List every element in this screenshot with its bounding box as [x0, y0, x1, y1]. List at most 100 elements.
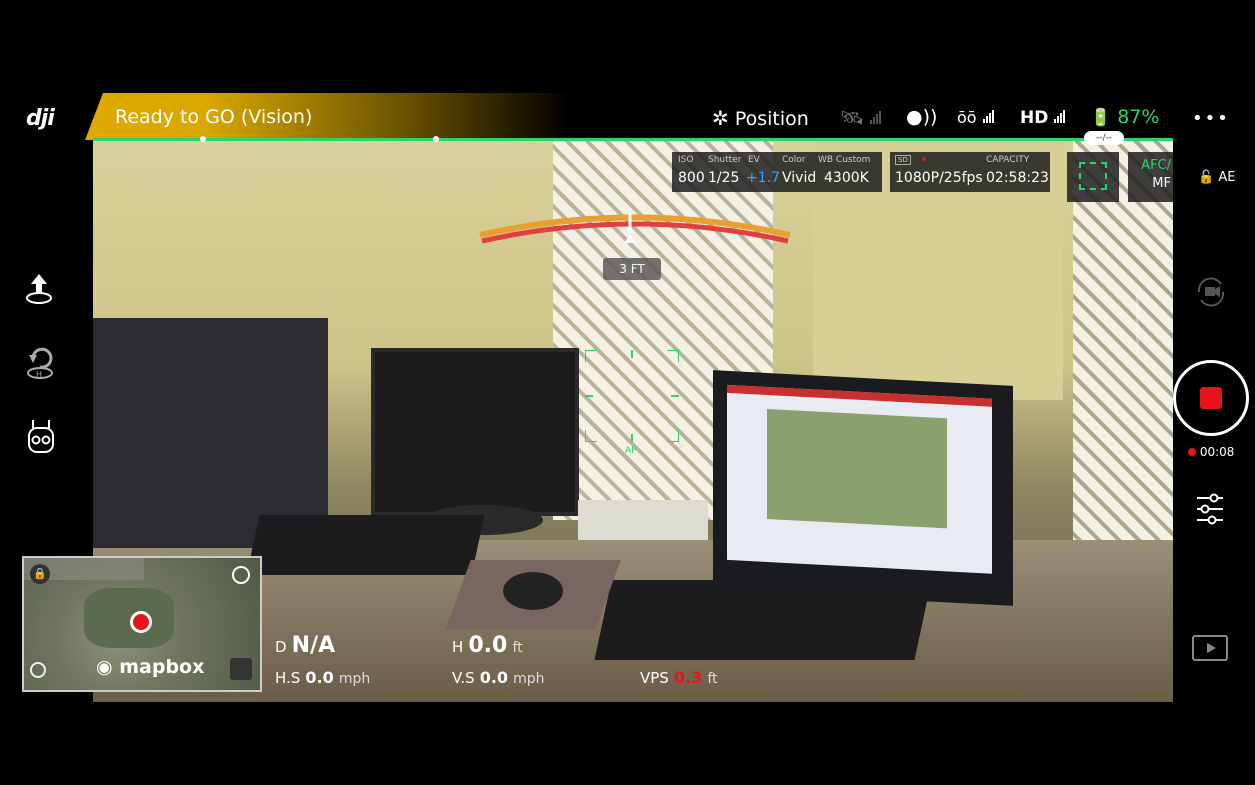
dji-logo[interactable]: dji — [26, 106, 55, 131]
vps-unit: ft — [707, 671, 718, 687]
drone-icon: ✲ — [712, 106, 729, 130]
hs-unit: mph — [338, 671, 371, 687]
remote-signal-icon: ōō — [957, 108, 977, 127]
hs-label: H.S — [275, 669, 301, 687]
flight-mode[interactable]: ✲ Position — [712, 106, 809, 130]
battery-marker — [200, 136, 206, 142]
aircraft-status[interactable]: Ready to GO (Vision) — [115, 106, 312, 128]
ae-lock[interactable]: 🔓 AE — [1198, 170, 1235, 185]
locate-icon[interactable] — [232, 566, 250, 584]
keyboard-right — [594, 580, 932, 660]
focus-frame-icon — [1079, 162, 1107, 190]
battery-icon: 🔋 — [1090, 108, 1112, 128]
mouse — [503, 572, 563, 610]
battery-time-badge: --/-- — [1084, 131, 1124, 145]
aircraft-position-icon — [130, 611, 152, 633]
battery-status[interactable]: 🔋 87% — [1090, 106, 1159, 128]
hd-signal-bars — [1054, 106, 1066, 128]
record-stop-icon — [1200, 387, 1222, 409]
ev-value: +1.7 — [746, 170, 780, 186]
afc-label: AFC/ — [1141, 158, 1171, 173]
af-mf-toggle[interactable]: AFC/ MF — [1128, 152, 1173, 202]
af-label: AF — [625, 446, 637, 456]
color-value: Vivid — [782, 170, 817, 186]
unlock-icon: 🔓 — [1198, 170, 1215, 185]
recording-dot-icon — [1188, 448, 1196, 456]
color-header: Color — [782, 155, 806, 165]
obstacle-sensor-arc — [479, 213, 791, 244]
mf-label: MF — [1152, 176, 1171, 191]
svg-text:H: H — [36, 370, 42, 379]
mini-map[interactable]: 🔒 ◉ mapbox — [22, 556, 262, 692]
remote-controller-icon[interactable] — [27, 418, 55, 454]
wb-value: 4300K — [824, 170, 869, 186]
mapbox-logo: ◉ mapbox — [96, 656, 204, 678]
vs-unit: mph — [513, 671, 545, 687]
vision-sensor-icon: ●)) — [906, 106, 938, 128]
focus-mode-icon[interactable] — [1067, 152, 1119, 202]
h-label: H — [452, 638, 464, 656]
d-value: N/A — [291, 633, 336, 658]
hd-signal[interactable]: HD — [1020, 106, 1066, 128]
record-timer: 00:08 — [1188, 445, 1234, 459]
mapbox-text: mapbox — [119, 656, 205, 678]
monitor-screen — [727, 384, 992, 574]
zoom-out-icon[interactable] — [30, 662, 46, 678]
battery-percent: 87% — [1117, 106, 1160, 128]
telemetry-vertical-speed: V.S 0.0 mph — [452, 668, 545, 687]
h-value: 0.0 — [468, 633, 508, 658]
vision-system[interactable]: ●)) — [906, 106, 937, 128]
vps-label: VPS — [640, 669, 669, 687]
shutter-value: 1/25 — [708, 170, 740, 186]
storage-panel[interactable]: SD CAPACITY 1080P/25fps 02:58:23 — [890, 152, 1050, 192]
capacity-value: 02:58:23 — [986, 170, 1049, 186]
iso-header: ISO — [678, 155, 694, 165]
battery-marker — [433, 136, 439, 142]
hs-value: 0.0 — [305, 668, 334, 687]
record-button[interactable] — [1173, 360, 1249, 436]
h-unit: ft — [512, 640, 523, 656]
capacity-header: CAPACITY — [986, 155, 1030, 165]
monitor-right — [713, 370, 1013, 606]
map-terrain — [84, 588, 174, 648]
battery-level-bar — [93, 138, 1173, 141]
lock-icon[interactable]: 🔒 — [30, 564, 50, 584]
satellite-icon: 🛰 — [840, 107, 865, 129]
vs-value: 0.0 — [479, 668, 509, 687]
telemetry-distance: D N/A — [275, 633, 335, 658]
hd-label: HD — [1020, 108, 1049, 128]
d-label: D — [275, 638, 287, 656]
shutter-header: Shutter — [708, 155, 742, 165]
gps-signal-bars — [870, 107, 882, 129]
eraser-icon[interactable] — [230, 658, 252, 680]
sd-card-icon: SD — [895, 155, 911, 165]
ev-header: EV — [748, 155, 760, 165]
rc-signal[interactable]: ōō — [957, 106, 995, 128]
iso-value: 800 — [678, 170, 705, 186]
mapbox-icon: ◉ — [96, 656, 113, 678]
record-time: 00:08 — [1199, 445, 1235, 459]
camera-exposure-panel[interactable]: ISO Shutter EV Color WB Custom 800 1/25 … — [672, 152, 882, 192]
rc-signal-bars — [982, 106, 995, 128]
camera-settings-icon[interactable] — [1195, 492, 1225, 530]
ae-label: AE — [1218, 170, 1236, 185]
takeoff-icon[interactable] — [25, 272, 53, 306]
resolution-value: 1080P/25fps — [895, 170, 983, 186]
wb-header: WB Custom — [818, 155, 871, 165]
vs-label: V.S — [452, 669, 475, 687]
pc-tower — [93, 318, 328, 548]
exposure-slider[interactable] — [1136, 295, 1139, 355]
obstacle-distance: 3 FT — [603, 258, 661, 280]
gps-signal[interactable]: 🛰 — [840, 106, 882, 129]
telemetry-height: H 0.0 ft — [452, 633, 523, 658]
telemetry-vps: VPS 0.3 ft — [640, 668, 718, 687]
more-icon[interactable]: ••• — [1192, 108, 1230, 129]
playback-icon[interactable] — [1192, 635, 1228, 661]
camera-switch-icon[interactable] — [1193, 275, 1229, 313]
keyboard-left — [246, 515, 485, 575]
return-home-icon[interactable]: H — [25, 345, 55, 381]
focus-box[interactable] — [584, 349, 680, 443]
power-strip — [578, 500, 708, 540]
flight-mode-label: Position — [734, 108, 809, 130]
monitor-left — [371, 348, 579, 516]
